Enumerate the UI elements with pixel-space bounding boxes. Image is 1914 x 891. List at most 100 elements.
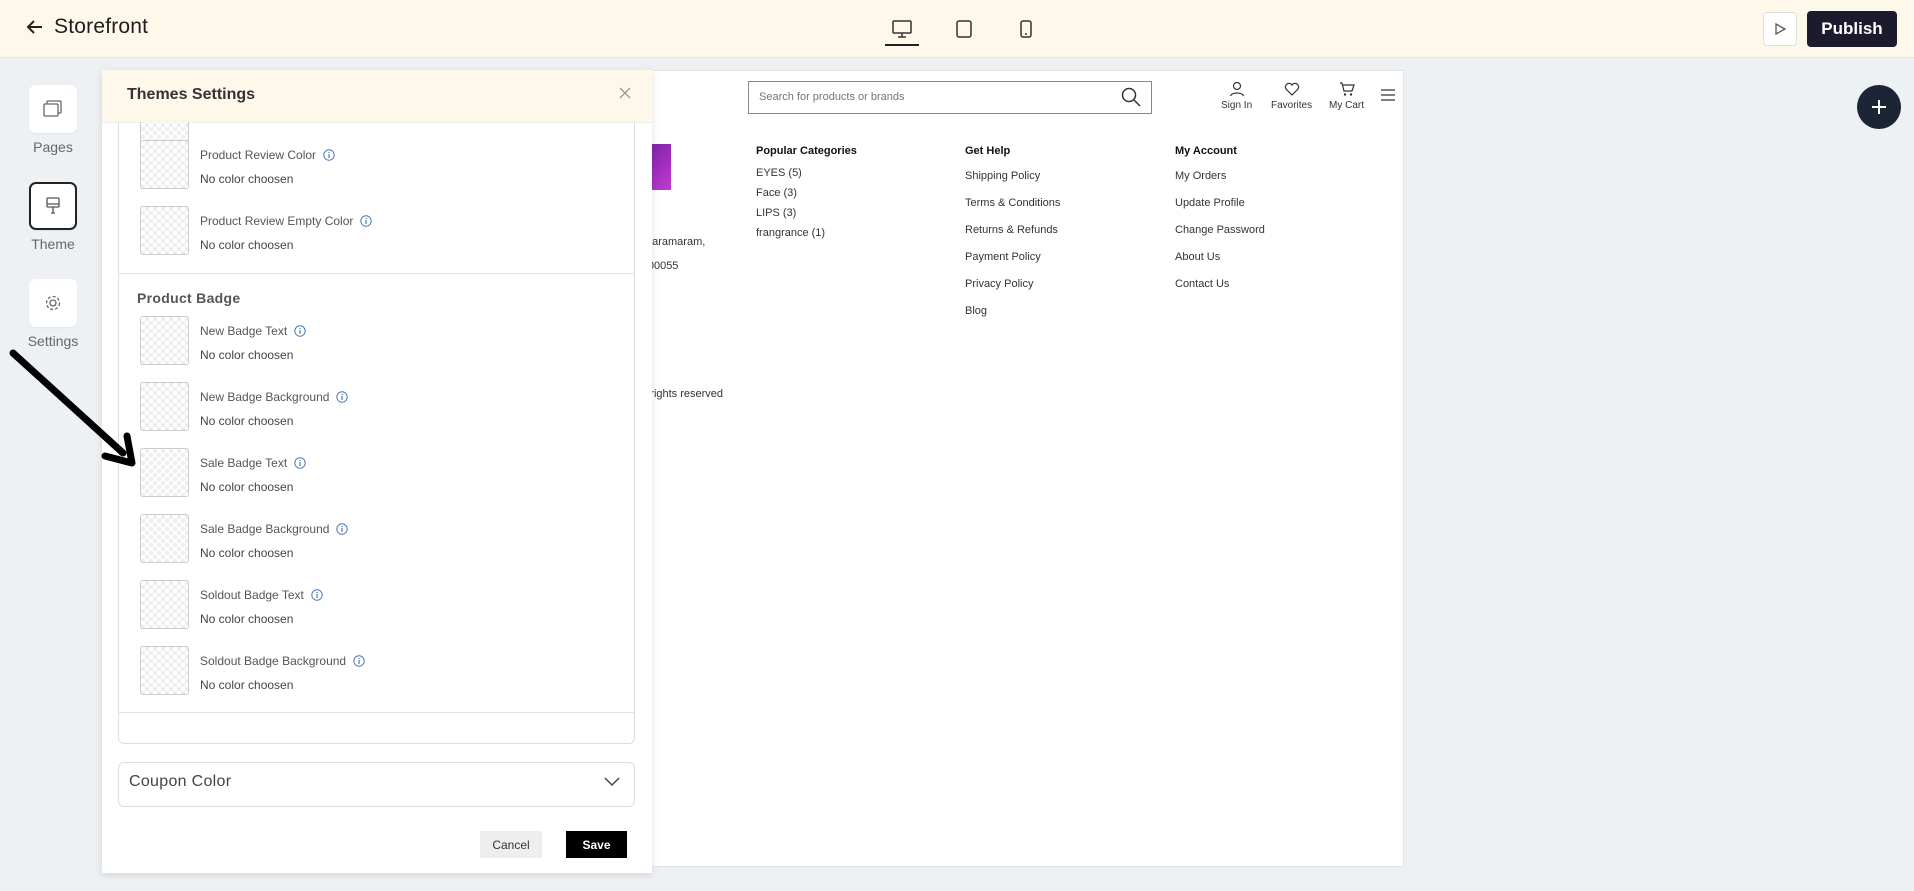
store-search-input[interactable] <box>749 82 1099 112</box>
save-button[interactable]: Save <box>566 831 627 858</box>
color-value: No color choosen <box>200 480 294 494</box>
color-swatch[interactable] <box>140 382 189 431</box>
footer-link[interactable]: Change Password <box>1175 224 1265 236</box>
preview-button[interactable] <box>1763 12 1797 46</box>
color-swatch[interactable] <box>140 580 189 629</box>
mobile-view-button[interactable] <box>1009 14 1043 44</box>
my-cart-label: My Cart <box>1329 100 1364 111</box>
footer-link[interactable]: Face (3) <box>756 187 857 199</box>
footer-link[interactable]: About Us <box>1175 251 1265 263</box>
footer-link[interactable]: Payment Policy <box>965 251 1060 263</box>
hamburger-icon[interactable] <box>1381 89 1395 101</box>
chevron-down-icon <box>604 777 620 787</box>
store-search-box <box>748 81 1152 114</box>
footer-link[interactable]: Shipping Policy <box>965 170 1060 182</box>
color-value: No color choosen <box>200 612 294 626</box>
cancel-button[interactable]: Cancel <box>480 831 542 858</box>
header-sign-in[interactable]: Sign In <box>1221 81 1252 111</box>
sidebar-item-label: Pages <box>33 139 73 155</box>
add-section-button[interactable] <box>1857 85 1901 129</box>
color-label-text: New Badge Text <box>200 324 288 338</box>
color-label: New Badge Text <box>200 324 306 338</box>
tablet-view-button[interactable] <box>947 14 981 44</box>
info-icon[interactable] <box>336 391 349 403</box>
sidebar-item-settings[interactable]: Settings <box>0 279 106 349</box>
color-row-sale-badge-background: Sale Badge Background No color choosen <box>119 514 634 568</box>
color-row-soldout-badge-background: Soldout Badge Background No color choose… <box>119 646 634 700</box>
color-swatch[interactable] <box>140 140 189 189</box>
color-settings-list: Product Review Color No color choosen Pr… <box>118 122 635 744</box>
color-swatch[interactable] <box>140 514 189 563</box>
color-swatch[interactable] <box>140 646 189 695</box>
footer-link[interactable]: LIPS (3) <box>756 207 857 219</box>
search-icon[interactable] <box>1121 87 1141 107</box>
info-icon[interactable] <box>323 149 335 161</box>
color-value: No color choosen <box>200 172 294 186</box>
app-title: Storefront <box>54 15 149 38</box>
pages-button[interactable] <box>29 85 77 133</box>
favorites-label: Favorites <box>1271 100 1313 111</box>
store-preview: Sign In Favorites My Cart ajularamaram, … <box>629 70 1404 867</box>
footer-link[interactable]: frangrance (1) <box>756 227 857 239</box>
settings-button[interactable] <box>29 279 77 327</box>
color-label-text: Soldout Badge Text <box>200 588 304 602</box>
footer-column-title: Get Help <box>965 145 1011 157</box>
arrow-left-icon <box>26 20 42 34</box>
footer-my-account: My Account My Orders Update Profile Chan… <box>1175 145 1265 300</box>
desktop-icon <box>892 20 912 38</box>
info-icon[interactable] <box>294 457 306 469</box>
sign-in-label: Sign In <box>1221 100 1253 111</box>
coupon-color-accordion[interactable]: Coupon Color <box>118 762 635 807</box>
info-icon[interactable] <box>336 523 349 535</box>
header-my-cart[interactable]: My Cart <box>1329 81 1364 111</box>
color-row-new-badge-background: New Badge Background No color choosen <box>119 382 634 436</box>
color-value: No color choosen <box>200 238 294 252</box>
color-value: No color choosen <box>200 546 294 560</box>
color-label: New Badge Background <box>200 390 349 404</box>
info-icon[interactable] <box>360 215 373 227</box>
close-icon[interactable] <box>618 86 632 100</box>
header-favorites[interactable]: Favorites <box>1271 81 1312 111</box>
section-title-product-badge: Product Badge <box>137 290 241 306</box>
sidebar-item-pages[interactable]: Pages <box>0 85 106 155</box>
info-icon[interactable] <box>294 325 306 337</box>
color-swatch[interactable] <box>140 206 189 255</box>
info-icon[interactable] <box>311 589 323 601</box>
theme-button[interactable] <box>29 182 77 230</box>
footer-link[interactable]: Update Profile <box>1175 197 1265 209</box>
color-swatch[interactable] <box>140 448 189 497</box>
footer-column-title: Popular Categories <box>756 145 857 157</box>
color-row-soldout-badge-text: Soldout Badge Text No color choosen <box>119 580 634 634</box>
footer-link[interactable]: Privacy Policy <box>965 278 1060 290</box>
accordion-title: Coupon Color <box>129 773 232 790</box>
footer-link[interactable]: Returns & Refunds <box>965 224 1060 236</box>
color-label: Product Review Empty Color <box>200 214 373 228</box>
color-label: Soldout Badge Background <box>200 654 365 668</box>
footer-link[interactable]: Contact Us <box>1175 278 1265 290</box>
color-swatch[interactable] <box>140 316 189 365</box>
color-value: No color choosen <box>200 414 294 428</box>
mobile-icon <box>1020 20 1032 38</box>
footer-link[interactable]: Terms & Conditions <box>965 197 1060 209</box>
color-value: No color choosen <box>200 678 294 692</box>
footer-link[interactable]: Blog <box>965 305 1060 317</box>
color-label-text: Sale Badge Background <box>200 522 330 536</box>
top-bar: Storefront Publish <box>0 0 1914 58</box>
color-label: Sale Badge Background <box>200 522 349 536</box>
footer-popular-categories: Popular Categories EYES (5) Face (3) LIP… <box>756 145 857 249</box>
info-icon[interactable] <box>353 655 365 667</box>
color-label-text: Product Review Color <box>200 148 317 162</box>
sidebar-item-theme[interactable]: Theme <box>0 182 106 252</box>
user-icon <box>1229 81 1244 97</box>
sidebar-item-label: Theme <box>31 236 75 252</box>
footer-link[interactable]: My Orders <box>1175 170 1265 182</box>
section-divider <box>119 712 634 713</box>
color-label: Soldout Badge Text <box>200 588 323 602</box>
themes-settings-panel: Themes Settings Product Review Color No … <box>102 70 652 873</box>
desktop-view-button[interactable] <box>885 14 919 46</box>
panel-title: Themes Settings <box>127 86 256 103</box>
footer-link[interactable]: EYES (5) <box>756 167 857 179</box>
color-row-product-review-color: Product Review Color No color choosen <box>119 140 634 194</box>
publish-button[interactable]: Publish <box>1807 11 1897 47</box>
back-link[interactable]: Storefront <box>26 15 148 39</box>
